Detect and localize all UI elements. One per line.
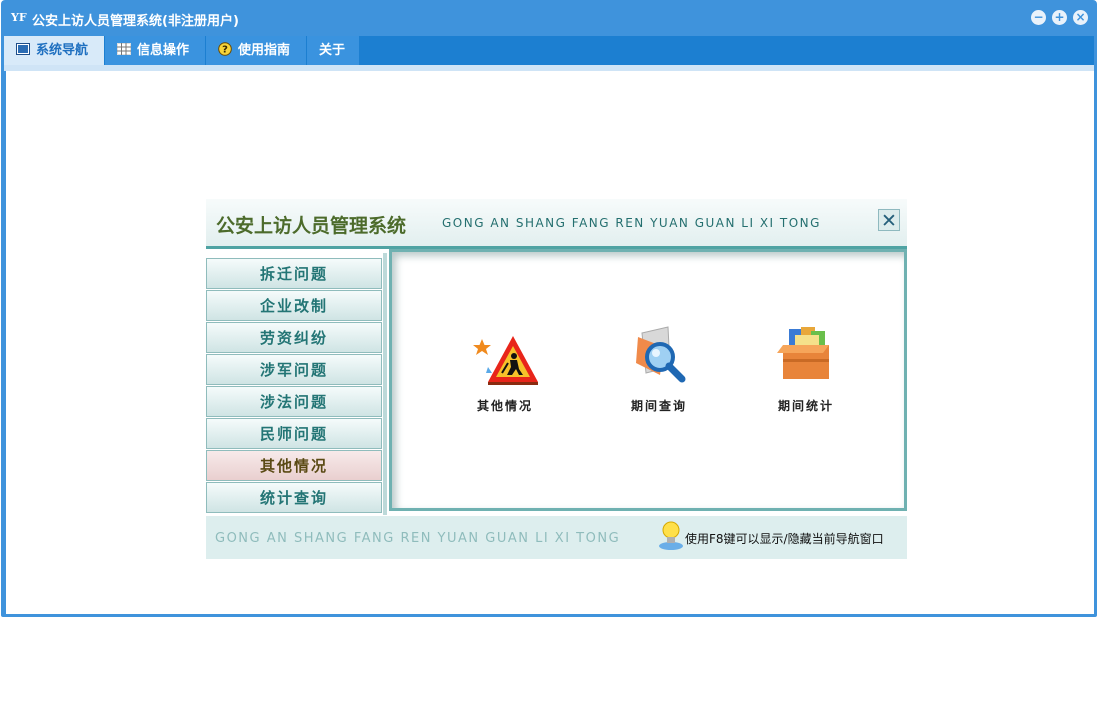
tab-info-operation[interactable]: 信息操作 [105, 36, 206, 65]
svg-text:?: ? [222, 45, 228, 56]
folder-box-icon [777, 327, 829, 379]
side-item-enterprise-reform[interactable]: 企业改制 [206, 290, 382, 321]
tab-label: 信息操作 [137, 43, 190, 58]
tile-label: 期间查询 [630, 399, 687, 413]
side-item-legal[interactable]: 涉法问题 [206, 386, 382, 417]
lightbulb-icon [659, 521, 683, 550]
tile-other[interactable]: 其他情况 [457, 329, 553, 414]
side-divider [383, 253, 387, 515]
navigation-header: 公安上访人员管理系统 GONG AN SHANG FANG REN YUAN G… [206, 199, 907, 249]
navigation-panel: 公安上访人员管理系统 GONG AN SHANG FANG REN YUAN G… [206, 199, 907, 559]
navigation-footer: GONG AN SHANG FANG REN YUAN GUAN LI XI T… [206, 516, 907, 559]
side-item-demolition[interactable]: 拆迁问题 [206, 258, 382, 289]
menu-bar: 系统导航 信息操作 ? 使用指南 关于 [4, 36, 1094, 65]
function-area: 其他情况 期间查询 期间统计 [389, 249, 907, 511]
side-item-labor-dispute[interactable]: 劳资纠纷 [206, 322, 382, 353]
magnifier-icon [636, 326, 686, 383]
app-logo-icon: YF [11, 11, 27, 24]
tab-about[interactable]: 关于 [307, 36, 360, 65]
title-bar[interactable]: YF 公安上访人员管理系统(非注册用户) − + × [1, 0, 1097, 36]
construction-sign-icon [473, 336, 538, 385]
tab-label: 使用指南 [238, 43, 291, 58]
side-item-other[interactable]: 其他情况 [206, 450, 382, 481]
tile-label: 其他情况 [476, 399, 533, 413]
tile-label: 期间统计 [777, 399, 834, 413]
close-icon[interactable]: × [1073, 10, 1088, 25]
side-item-military[interactable]: 涉军问题 [206, 354, 382, 385]
window-icon [16, 43, 30, 55]
side-item-teacher[interactable]: 民师问题 [206, 418, 382, 449]
navigation-close-button[interactable]: ✕ [878, 209, 900, 232]
navigation-pinyin: GONG AN SHANG FANG REN YUAN GUAN LI XI T… [442, 216, 821, 230]
footer-tip: 使用F8键可以显示/隐藏当前导航窗口 [685, 532, 884, 546]
tab-label: 关于 [319, 43, 346, 58]
grid-icon [117, 43, 131, 55]
navigation-title: 公安上访人员管理系统 [216, 215, 407, 237]
help-icon: ? [218, 42, 232, 56]
side-menu: 拆迁问题 企业改制 劳资纠纷 涉军问题 涉法问题 民师问题 其他情况 统计查询 [206, 258, 382, 514]
tab-label: 系统导航 [36, 43, 89, 58]
window-title: 公安上访人员管理系统(非注册用户) [32, 14, 239, 29]
tile-period-query[interactable]: 期间查询 [611, 323, 707, 414]
tile-period-statistics[interactable]: 期间统计 [758, 323, 854, 414]
restore-icon[interactable]: + [1052, 10, 1067, 25]
minimize-icon[interactable]: − [1031, 10, 1046, 25]
side-item-statistics[interactable]: 统计查询 [206, 482, 382, 513]
tab-system-navigation[interactable]: 系统导航 [4, 36, 105, 65]
footer-pinyin: GONG AN SHANG FANG REN YUAN GUAN LI XI T… [215, 531, 621, 546]
tab-user-guide[interactable]: ? 使用指南 [206, 36, 307, 65]
